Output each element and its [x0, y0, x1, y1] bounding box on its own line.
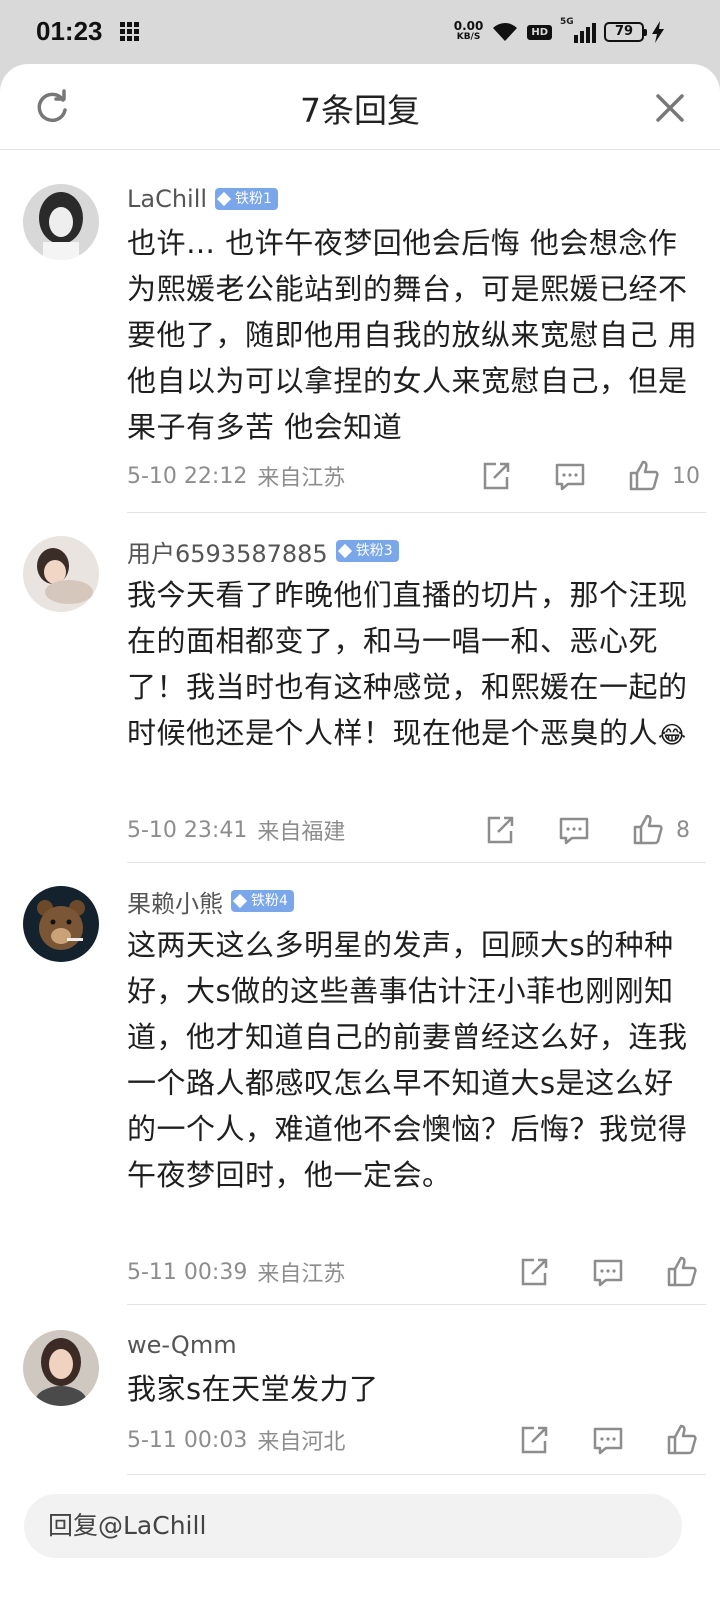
like-icon[interactable]	[664, 1422, 700, 1458]
charging-icon	[652, 21, 664, 43]
username[interactable]: 用户6593587885	[127, 534, 328, 569]
comment-meta: 5-10 22:12 来自江苏 10	[127, 456, 700, 496]
fan-badge: 铁粉1	[215, 188, 278, 210]
comment-text: 我今天看了昨晚他们直播的切片，那个汪现在的面相都变了，和马一唱一和、恶心死了！我…	[127, 578, 688, 750]
username[interactable]: LaChill	[127, 185, 207, 213]
comment-meta: 5-10 23:41 来自福建 8	[127, 810, 700, 850]
comment-text: 也许… 也许午夜梦回他会后悔 他会想念作为熙媛老公能站到的舞台，可是熙媛已经不要…	[127, 226, 698, 444]
username[interactable]: we-Qmm	[127, 1331, 237, 1359]
diamond-icon	[232, 893, 248, 909]
divider	[127, 1474, 706, 1475]
divider	[127, 512, 706, 513]
avatar[interactable]	[23, 1330, 99, 1406]
comment-location: 来自江苏	[257, 1262, 346, 1287]
comment-time: 5-10 23:41	[127, 817, 248, 843]
share-icon[interactable]	[516, 1254, 552, 1290]
diamond-icon	[216, 191, 232, 207]
like-count: 10	[672, 463, 700, 489]
comment-location: 来自福建	[257, 820, 346, 845]
comment-icon[interactable]	[556, 812, 592, 848]
comment-meta: 5-11 00:39 来自江苏	[127, 1252, 700, 1292]
reply-input[interactable]: 回复@LaChill	[24, 1494, 682, 1558]
divider	[127, 1304, 706, 1305]
status-time: 01:23	[36, 16, 103, 46]
comment-time: 5-11 00:03	[127, 1427, 248, 1453]
diamond-icon	[337, 543, 352, 559]
replies-sheet: 7条回复 LaChill 铁粉1 也许… 也许午夜梦回他会后悔 他会想念作为熙媛…	[0, 64, 720, 1600]
avatar[interactable]	[23, 536, 99, 612]
avatar[interactable]	[23, 184, 99, 260]
wifi-icon	[493, 23, 518, 41]
fan-badge: 铁粉3	[335, 540, 399, 562]
fan-badge: 铁粉4	[231, 890, 294, 912]
share-icon[interactable]	[478, 458, 514, 494]
comment-location: 来自江苏	[257, 466, 346, 491]
comment-text: 我家s在天堂发力了	[127, 1372, 379, 1406]
like-icon[interactable]	[626, 458, 662, 494]
comment-icon[interactable]	[590, 1254, 626, 1290]
status-bar: 01:23 0.00 KB/S HD 5G 79	[0, 0, 720, 64]
username[interactable]: 果赖小熊	[127, 884, 223, 919]
comment-location: 来自河北	[257, 1430, 346, 1455]
avatar[interactable]	[23, 886, 99, 962]
sheet-header: 7条回复	[0, 64, 720, 150]
comment-time: 5-10 22:12	[127, 463, 248, 489]
comment-icon[interactable]	[590, 1422, 626, 1458]
like-icon[interactable]	[630, 812, 666, 848]
hd-icon: HD	[527, 24, 552, 40]
comment-text: 这两天这么多明星的发声，回顾大s的种种好，大s做的这些善事估计汪小菲也刚刚知道，…	[127, 928, 688, 1192]
like-icon[interactable]	[664, 1254, 700, 1290]
app-grid-icon	[120, 22, 140, 42]
divider	[127, 862, 706, 863]
sheet-title: 7条回复	[300, 91, 420, 130]
battery-icon: 79	[604, 22, 647, 42]
share-icon[interactable]	[516, 1422, 552, 1458]
comment-meta: 5-11 00:03 来自河北	[127, 1420, 700, 1460]
comment-icon[interactable]	[552, 458, 588, 494]
comment-time: 5-11 00:39	[127, 1259, 248, 1285]
signal-icon: 5G	[560, 17, 596, 43]
close-icon[interactable]	[650, 88, 690, 128]
network-speed: 0.00 KB/S	[453, 19, 484, 42]
laughing-emoji: 😂	[658, 721, 687, 749]
like-count: 8	[676, 817, 690, 843]
share-icon[interactable]	[482, 812, 518, 848]
